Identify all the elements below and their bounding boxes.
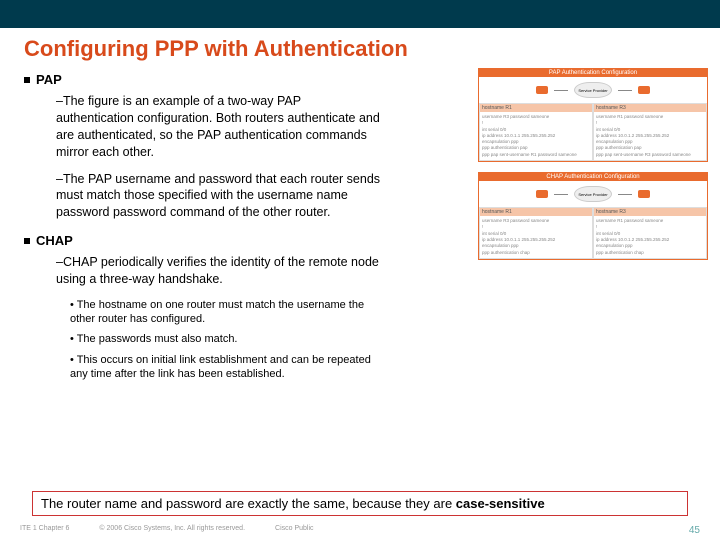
pap-label: PAP — [36, 72, 62, 87]
slide-footer: ITE 1 Chapter 6 © 2006 Cisco Systems, In… — [0, 525, 720, 536]
cloud-icon: Service Provider — [574, 82, 612, 98]
code-r1-body: username R3 password sameone ! int seria… — [480, 112, 592, 160]
router-icon — [536, 86, 548, 94]
chap-b2: • The passwords must also match. — [12, 330, 372, 350]
figure-chap: CHAP Authentication Configuration Servic… — [478, 172, 708, 260]
chap-b1: • The hostname on one router must match … — [12, 296, 372, 331]
footer-mid: © 2006 Cisco Systems, Inc. All rights re… — [99, 525, 245, 536]
code-r1: hostname R1username R3 password sameone … — [479, 103, 593, 161]
router-icon — [638, 190, 650, 198]
link-icon — [618, 194, 632, 195]
code-r3-head: hostname R3 — [594, 208, 706, 216]
footer-left: ITE 1 Chapter 6 — [20, 525, 69, 536]
figure-chap-title: CHAP Authentication Configuration — [479, 173, 707, 181]
code-r3-body: username R1 password sameone ! int seria… — [594, 216, 706, 258]
code-r3-head: hostname R3 — [594, 104, 706, 112]
footer-right: Cisco Public — [275, 525, 314, 536]
bullet-icon — [24, 238, 30, 244]
pap-p1: –The figure is an example of a two-way P… — [12, 91, 382, 169]
callout-text: The router name and password are exactly… — [41, 496, 456, 511]
bullet-icon — [24, 77, 30, 83]
slide-title: Configuring PPP with Authentication — [0, 28, 720, 68]
code-r1: hostname R1username R3 password sameone … — [479, 207, 593, 259]
chap-p1: –CHAP periodically verifies the identity… — [12, 252, 382, 296]
figure-chap-diagram: Service Provider — [479, 181, 707, 207]
figure-column: PAP Authentication Configuration Service… — [478, 68, 708, 385]
link-icon — [554, 90, 568, 91]
pap-heading: PAP — [12, 68, 470, 91]
pap-p2: –The PAP username and password that each… — [12, 169, 382, 230]
page-number: 45 — [689, 525, 700, 536]
figure-pap-title: PAP Authentication Configuration — [479, 69, 707, 77]
figure-pap: PAP Authentication Configuration Service… — [478, 68, 708, 162]
link-icon — [554, 194, 568, 195]
router-icon — [638, 86, 650, 94]
text-column: PAP –The figure is an example of a two-w… — [12, 68, 470, 385]
code-r3-body: username R1 password sameone ! int seria… — [594, 112, 706, 160]
code-r3: hostname R3username R1 password sameone … — [593, 103, 707, 161]
figure-chap-code: hostname R1username R3 password sameone … — [479, 207, 707, 259]
link-icon — [618, 90, 632, 91]
chap-label: CHAP — [36, 233, 73, 248]
code-r1-head: hostname R1 — [480, 208, 592, 216]
top-bar — [0, 0, 720, 28]
chap-heading: CHAP — [12, 229, 470, 252]
cloud-label: Service Provider — [578, 192, 607, 197]
code-r3: hostname R3username R1 password sameone … — [593, 207, 707, 259]
figure-pap-code: hostname R1username R3 password sameone … — [479, 103, 707, 161]
callout-strong: case-sensitive — [456, 496, 545, 511]
callout-box: The router name and password are exactly… — [32, 491, 688, 516]
content-area: PAP –The figure is an example of a two-w… — [0, 68, 720, 385]
router-icon — [536, 190, 548, 198]
figure-pap-diagram: Service Provider — [479, 77, 707, 103]
code-r1-body: username R3 password sameone ! int seria… — [480, 216, 592, 258]
cloud-label: Service Provider — [578, 88, 607, 93]
code-r1-head: hostname R1 — [480, 104, 592, 112]
cloud-icon: Service Provider — [574, 186, 612, 202]
chap-b3: • This occurs on initial link establishm… — [12, 351, 372, 386]
